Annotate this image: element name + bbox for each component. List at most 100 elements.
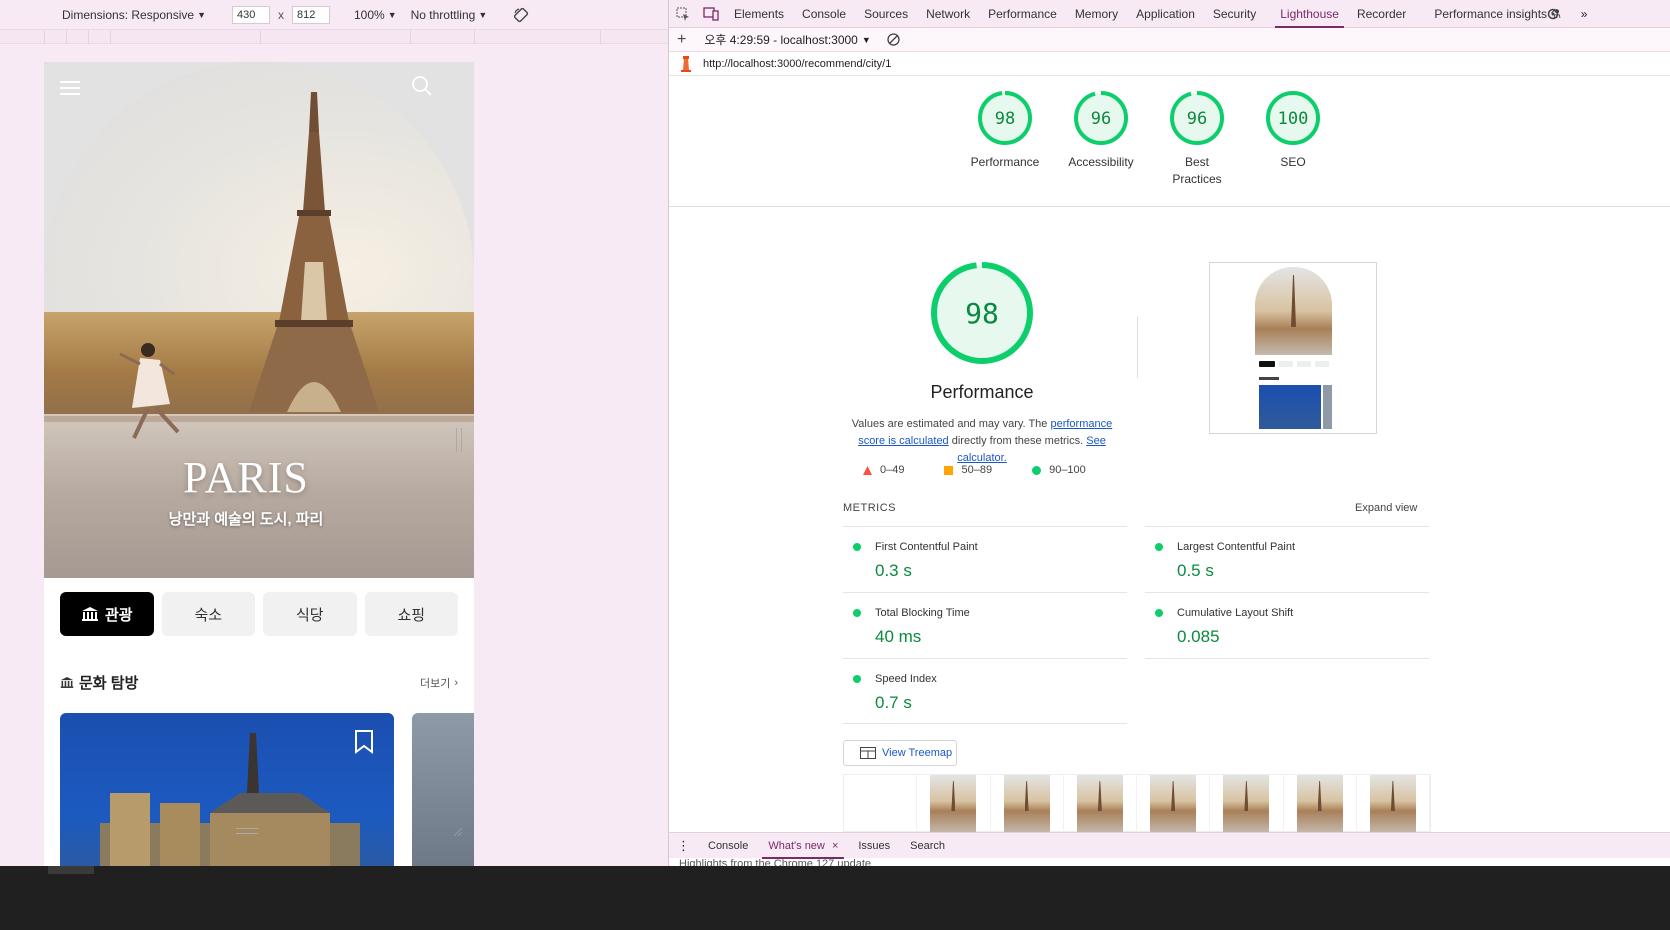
gear-icon[interactable] <box>1539 0 1567 28</box>
tab-label: Performance insights <box>1434 6 1548 21</box>
eiffel-tower-illustration <box>249 92 379 412</box>
mobile-viewport: PARIS 낭만과 예술의 도시, 파리 관광 숙소 식당 쇼핑 문화 탐방 더… <box>44 62 474 874</box>
tab-application[interactable]: Application <box>1127 0 1204 28</box>
taskbar-button[interactable] <box>48 866 94 874</box>
filmstrip-frame <box>917 775 991 833</box>
devtools-panel: Elements Console Sources Network Perform… <box>668 0 1670 930</box>
drawer-tab-label: What's new <box>768 839 825 852</box>
os-taskbar <box>0 866 1670 930</box>
rotate-icon[interactable] <box>513 7 529 23</box>
performance-big-gauge: 98 <box>931 262 1033 364</box>
tab-sources[interactable]: Sources <box>855 0 917 28</box>
expand-view-toggle[interactable]: Expand view <box>1355 502 1417 514</box>
dimension-separator: x <box>277 7 284 22</box>
clear-icon[interactable] <box>887 33 900 46</box>
divider <box>1145 658 1429 659</box>
final-screenshot[interactable] <box>1209 262 1377 434</box>
place-card[interactable] <box>60 713 394 874</box>
gauge-label: SEO <box>1280 155 1306 169</box>
legend-range: 0–49 <box>880 464 905 476</box>
drawer-menu-icon[interactable]: ⋮ <box>669 838 698 854</box>
gauge-label: Accessibility <box>1068 155 1134 169</box>
pass-indicator <box>1155 609 1163 617</box>
filmstrip-frame <box>991 775 1064 833</box>
report-time: 오후 4:29:59 - localhost:3000 <box>704 33 858 47</box>
inspect-icon[interactable] <box>669 0 697 28</box>
lighthouse-report: 98 Performance 96 Accessibility 96 Best <box>669 76 1670 882</box>
menu-icon[interactable] <box>60 80 80 96</box>
metrics-heading: METRICS <box>843 502 896 514</box>
legend-fail: 0–49 <box>863 464 904 476</box>
gauge-seo[interactable]: 100 SEO <box>1257 90 1329 188</box>
resize-handle-right[interactable] <box>456 428 462 452</box>
view-treemap-button[interactable]: View Treemap <box>843 740 957 766</box>
tab-network[interactable]: Network <box>917 0 979 28</box>
drawer-tab-whats-new[interactable]: What's new × <box>758 833 848 859</box>
tab-elements[interactable]: Elements <box>725 0 793 28</box>
gauge-score: 96 <box>1091 109 1111 129</box>
tab-lodging[interactable]: 숙소 <box>161 592 255 636</box>
tab-lighthouse[interactable]: Lighthouse <box>1271 0 1348 28</box>
treemap-icon <box>860 747 876 759</box>
tab-security[interactable]: Security <box>1204 0 1265 28</box>
museum-icon <box>60 677 74 688</box>
category-gauges: 98 Performance 96 Accessibility 96 Best <box>969 90 1329 188</box>
width-input[interactable]: 430 <box>231 5 270 24</box>
close-icon[interactable]: × <box>832 840 838 852</box>
lighthouse-toolbar: + 오후 4:29:59 - localhost:3000 ▼ <box>669 28 1670 52</box>
tab-console[interactable]: Console <box>793 0 855 28</box>
score-gauge: 96 <box>1170 91 1224 145</box>
resize-corner-icon[interactable] <box>452 826 462 836</box>
metric-name: Largest Contentful Paint <box>1177 541 1296 553</box>
gauge-score: 96 <box>1187 109 1207 129</box>
square-icon <box>944 465 954 475</box>
hero-section: PARIS 낭만과 예술의 도시, 파리 <box>44 62 474 578</box>
metric-value: 0.085 <box>1177 627 1220 646</box>
category-tabs: 관광 숙소 식당 쇼핑 <box>60 592 458 636</box>
zoom-label: 100% <box>353 7 385 22</box>
resize-handle-bottom[interactable] <box>236 828 258 834</box>
more-tabs-icon[interactable]: » <box>1570 0 1598 28</box>
tab-sightseeing[interactable]: 관광 <box>60 592 154 636</box>
tab-memory[interactable]: Memory <box>1066 0 1127 28</box>
gauge-best-practices[interactable]: 96 Best Practices <box>1161 90 1233 188</box>
place-card[interactable] <box>412 713 474 874</box>
tab-label: 식당 <box>295 606 324 624</box>
pass-indicator <box>853 543 861 551</box>
lighthouse-logo-icon <box>681 55 691 72</box>
report-select[interactable]: 오후 4:29:59 - localhost:3000 ▼ <box>704 31 870 48</box>
drawer-tab-issues[interactable]: Issues <box>848 833 900 859</box>
performance-title: Performance <box>930 382 1034 402</box>
legend-average: 50–89 <box>944 464 992 476</box>
tab-shopping[interactable]: 쇼핑 <box>364 592 458 636</box>
drawer-tab-console[interactable]: Console <box>698 833 758 859</box>
report-url: http://localhost:3000/recommend/city/1 <box>703 57 892 70</box>
new-report-icon[interactable]: + <box>677 31 686 49</box>
drawer-tab-search[interactable]: Search <box>900 833 955 859</box>
triangle-icon <box>863 465 872 475</box>
tab-recorder[interactable]: Recorder <box>1348 0 1415 28</box>
note-text: directly from these metrics. <box>948 435 1087 447</box>
filmstrip <box>843 774 1431 833</box>
gauge-performance[interactable]: 98 Performance <box>969 90 1041 188</box>
pass-indicator <box>853 609 861 617</box>
gauge-accessibility[interactable]: 96 Accessibility <box>1065 90 1137 188</box>
legend-range: 90–100 <box>1049 464 1086 476</box>
bookmark-icon[interactable] <box>353 729 375 755</box>
dimensions-label: Dimensions: Responsive <box>62 7 195 22</box>
hero-title: PARIS <box>183 453 309 502</box>
search-icon[interactable] <box>411 75 433 97</box>
filmstrip-frame <box>1137 775 1211 833</box>
throttling-select[interactable]: No throttling ▼ <box>411 8 488 22</box>
more-link[interactable]: 더보기 › <box>420 675 458 691</box>
tab-restaurant[interactable]: 식당 <box>263 592 357 636</box>
tab-performance[interactable]: Performance <box>979 0 1066 28</box>
device-toggle-icon[interactable] <box>697 0 725 28</box>
filmstrip-frame <box>1064 775 1137 833</box>
height-input[interactable]: 812 <box>291 5 330 24</box>
metric-value: 0.7 s <box>875 693 912 712</box>
caret-down-icon: ▼ <box>861 34 871 45</box>
treemap-label: View Treemap <box>882 747 953 759</box>
dimensions-select[interactable]: Dimensions: Responsive ▼ <box>62 8 206 22</box>
zoom-select[interactable]: 100% ▼ <box>354 8 397 22</box>
